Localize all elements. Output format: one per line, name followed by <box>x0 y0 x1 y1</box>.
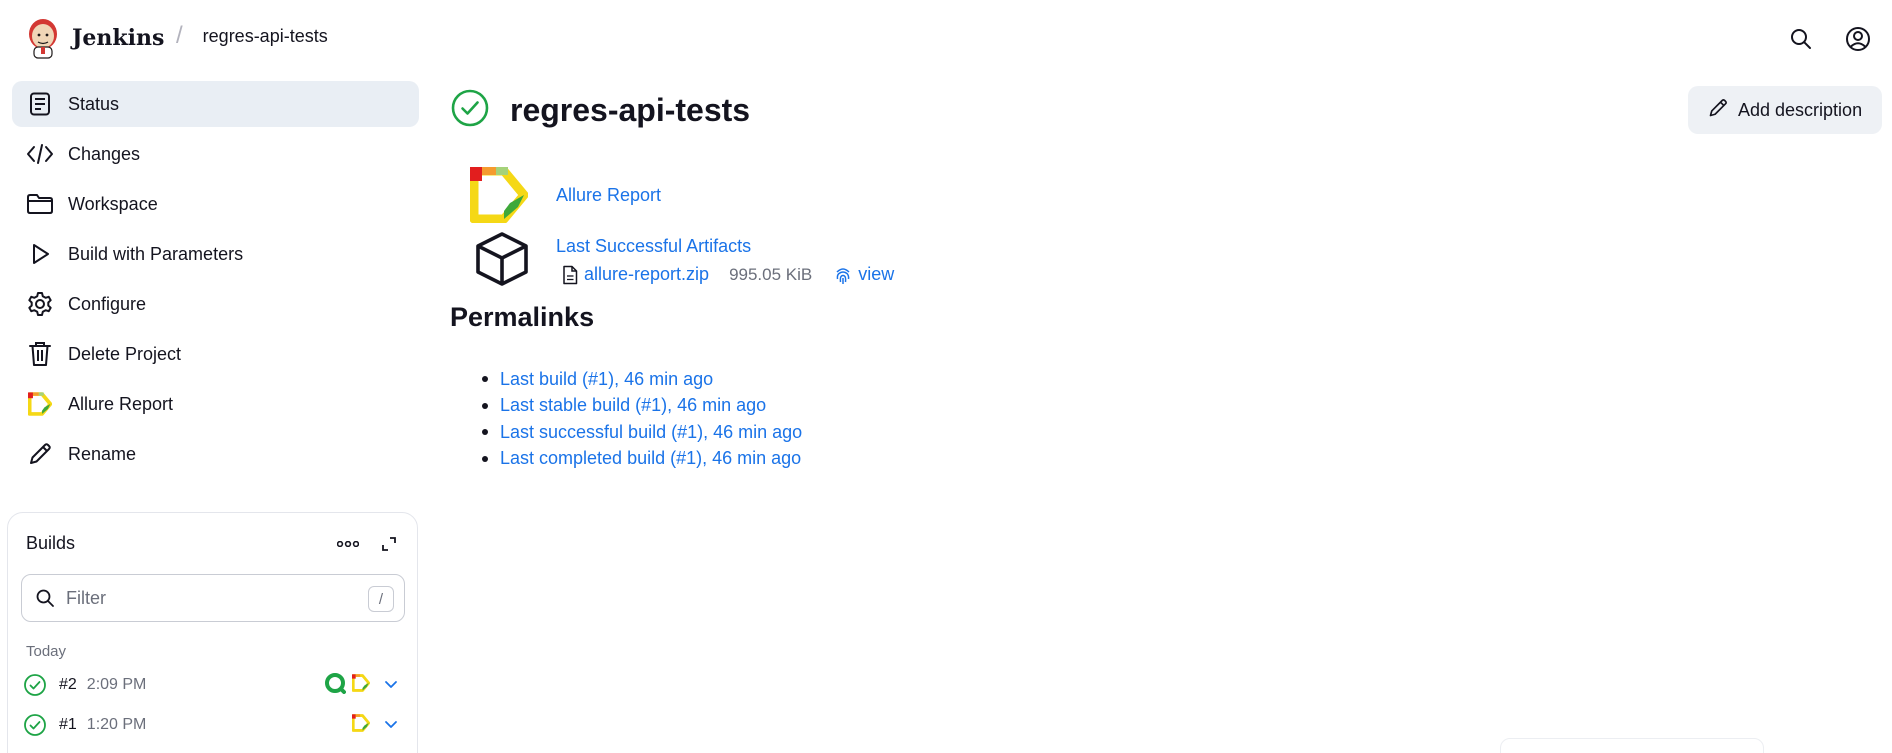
build-number[interactable]: #2 <box>59 676 77 694</box>
search-icon[interactable] <box>1788 26 1814 52</box>
gear-icon <box>26 290 54 318</box>
brand[interactable]: Jenkins <box>26 16 164 60</box>
sidebar-item-label: Build with Parameters <box>68 243 244 264</box>
build-row[interactable]: #1 1:20 PM <box>22 708 406 742</box>
add-description-label: Add description <box>1738 99 1863 120</box>
sidebar-item-delete-project[interactable]: Delete Project <box>12 331 419 377</box>
more-options-icon[interactable] <box>334 535 362 553</box>
build-number[interactable]: #1 <box>59 716 77 734</box>
sidebar-item-label: Rename <box>68 443 137 464</box>
file-icon <box>563 265 578 284</box>
list-item: Last stable build (#1), 46 min ago <box>482 393 802 420</box>
builds-panel: Builds / Today #2 2:09 PM <box>7 512 418 753</box>
expand-icon[interactable] <box>378 533 400 555</box>
console-icon[interactable] <box>324 672 346 699</box>
play-icon <box>26 240 54 268</box>
list-item: Last successful build (#1), 46 min ago <box>482 419 802 446</box>
header: Jenkins / regres-api-tests <box>0 0 1892 76</box>
breadcrumb-project[interactable]: regres-api-tests <box>203 26 328 47</box>
app-name: Jenkins <box>72 25 165 51</box>
package-icon <box>476 232 528 286</box>
keyboard-shortcut-hint: / <box>368 586 394 612</box>
list-item: Last completed build (#1), 46 min ago <box>482 446 802 473</box>
project-header: regres-api-tests <box>450 88 750 133</box>
sidebar-item-label: Changes <box>68 143 141 164</box>
footer-panel-edge <box>1500 738 1764 753</box>
success-icon <box>22 712 48 738</box>
permalink-last-successful-build[interactable]: Last successful build (#1), 46 min ago <box>500 422 802 443</box>
sidebar-item-status[interactable]: Status <box>12 81 419 127</box>
sidebar-item-label: Delete Project <box>68 343 182 364</box>
pencil-icon <box>1708 98 1728 123</box>
sidebar-item-label: Allure Report <box>68 393 174 414</box>
success-icon <box>450 88 490 133</box>
search-icon <box>34 587 56 609</box>
builds-title: Builds <box>26 533 76 553</box>
list-item: Last build (#1), 46 min ago <box>482 366 802 393</box>
allure-report-link[interactable]: Allure Report <box>556 185 661 206</box>
allure-icon[interactable] <box>351 673 371 697</box>
build-time: 1:20 PM <box>86 716 147 733</box>
success-icon <box>22 672 48 698</box>
artifact-file-size: 995.05 KiB <box>729 264 813 284</box>
jenkins-logo-icon <box>29 19 57 59</box>
build-group-label: Today <box>26 643 67 660</box>
fingerprint-icon[interactable] <box>834 265 852 285</box>
breadcrumb-separator: / <box>176 22 183 49</box>
artifact-view-link[interactable]: view <box>858 264 894 285</box>
artifact-file-link[interactable]: allure-report.zip <box>584 264 709 285</box>
artifact-row: allure-report.zip 995.05 KiB view <box>562 264 894 285</box>
allure-icon[interactable] <box>470 167 528 223</box>
filter-input[interactable] <box>66 587 356 609</box>
add-description-button[interactable]: Add description <box>1688 86 1882 134</box>
sidebar-item-rename[interactable]: Rename <box>12 431 419 477</box>
permalink-last-completed-build[interactable]: Last completed build (#1), 46 min ago <box>500 448 801 469</box>
pencil-icon <box>26 440 54 468</box>
last-successful-artifacts-link[interactable]: Last Successful Artifacts <box>556 236 751 257</box>
sidebar-item-changes[interactable]: Changes <box>12 131 419 177</box>
sidebar-item-label: Workspace <box>68 193 158 214</box>
allure-icon[interactable] <box>351 713 371 737</box>
status-icon <box>26 90 54 118</box>
allure-icon <box>26 390 54 418</box>
folder-icon <box>26 190 54 218</box>
trash-icon <box>26 340 54 368</box>
build-time: 2:09 PM <box>86 676 147 693</box>
permalinks-list: Last build (#1), 46 min ago Last stable … <box>482 366 802 472</box>
page-title: regres-api-tests <box>510 92 751 128</box>
builds-filter[interactable]: / <box>21 574 405 622</box>
permalink-last-stable-build[interactable]: Last stable build (#1), 46 min ago <box>500 395 766 416</box>
sidebar-item-allure-report[interactable]: Allure Report <box>12 381 419 427</box>
chevron-down-icon[interactable] <box>382 716 400 734</box>
sidebar-item-build-with-parameters[interactable]: Build with Parameters <box>12 231 419 277</box>
sidebar-item-label: Configure <box>68 293 147 314</box>
permalinks-heading: Permalinks <box>450 302 595 332</box>
permalink-last-build[interactable]: Last build (#1), 46 min ago <box>500 369 713 390</box>
user-icon[interactable] <box>1845 26 1871 52</box>
sidebar-item-label: Status <box>68 93 120 114</box>
build-row[interactable]: #2 2:09 PM <box>22 668 406 702</box>
sidebar-item-workspace[interactable]: Workspace <box>12 181 419 227</box>
code-icon <box>26 140 54 168</box>
chevron-down-icon[interactable] <box>382 676 400 694</box>
sidebar-item-configure[interactable]: Configure <box>12 281 419 327</box>
